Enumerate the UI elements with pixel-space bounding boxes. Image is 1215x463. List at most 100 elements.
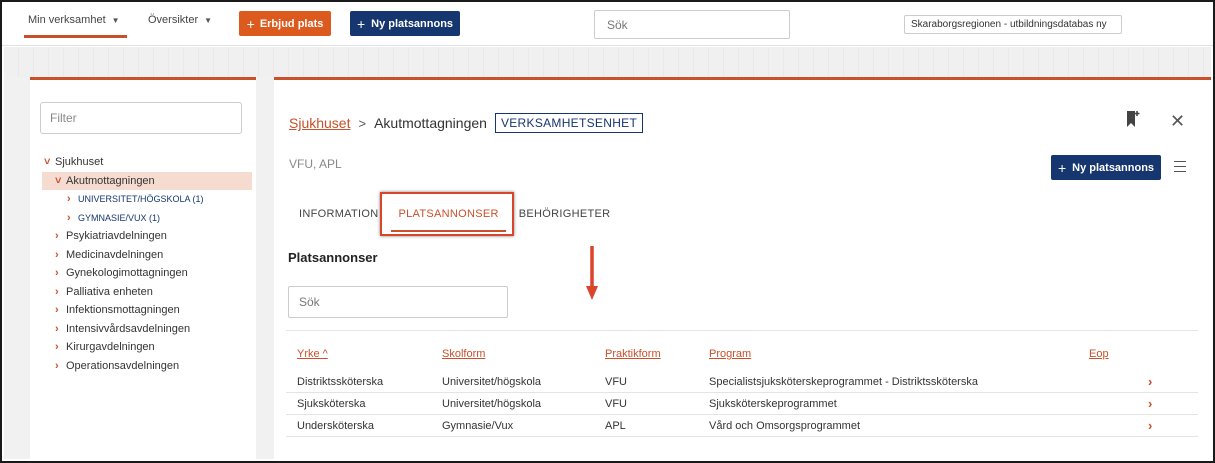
platsannons-search-input[interactable]: Sök	[288, 286, 508, 318]
arrow-down-icon	[586, 246, 598, 300]
chevron-right-icon[interactable]: ›	[1148, 374, 1152, 389]
tree-item-akutmottagningen[interactable]: ˅ Akutmottagningen	[42, 171, 252, 190]
filter-placeholder: Filter	[50, 111, 77, 125]
caret-down-icon: ▼	[204, 15, 213, 25]
region-select-value: Skaraborgsregionen - utbildningsdatabas …	[911, 19, 1107, 30]
chevron-down-icon: ˅	[55, 174, 62, 187]
cell-program: Vård och Omsorgsprogrammet	[709, 420, 860, 432]
chevron-right-icon: ›	[55, 248, 59, 261]
tree-item-infektionsmottagningen[interactable]: › Infektionsmottagningen	[42, 301, 252, 320]
backdrop-band	[4, 47, 1211, 77]
cell-praktikform: VFU	[605, 398, 627, 410]
tree-item-label: Infektionsmottagningen	[66, 304, 180, 317]
chevron-right-icon[interactable]: ›	[1148, 418, 1152, 433]
tree-item-label: UNIVERSITET/HÖGSKOLA (1)	[78, 194, 204, 205]
tree-item-medicinavdelningen[interactable]: › Medicinavdelningen	[42, 246, 252, 265]
tree-item-label: Gynekologimottagningen	[66, 267, 188, 280]
cell-praktikform: VFU	[605, 376, 627, 388]
tree-item-label: Kirurgavdelningen	[66, 341, 155, 354]
bookmark-add-icon[interactable]	[1126, 110, 1140, 128]
tree-item-sjukhuset[interactable]: ˅ Sjukhuset	[42, 153, 252, 172]
tree-item-label: Medicinavdelningen	[66, 248, 164, 261]
close-icon[interactable]: ✕	[1170, 111, 1185, 132]
column-header-yrke[interactable]: Yrke ^	[297, 348, 328, 360]
app-frame: Min verksamhet ▼ Översikter ▼ + Erbjud p…	[0, 0, 1215, 463]
tree-item-gymnasie-vux[interactable]: › GYMNASIE/VUX (1)	[42, 209, 252, 228]
top-search-input[interactable]: Sök	[594, 10, 790, 39]
cell-skolform: Universitet/högskola	[442, 376, 542, 388]
tree-item-psykiatriavdelningen[interactable]: › Psykiatriavdelningen	[42, 227, 252, 246]
tree-item-label: Akutmottagningen	[66, 174, 155, 187]
menu-oversikter[interactable]: Översikter ▼	[148, 14, 212, 26]
tab-information[interactable]: INFORMATION	[289, 200, 388, 236]
tree-item-kirurgavdelningen[interactable]: › Kirurgavdelningen	[42, 338, 252, 357]
table-row[interactable]: Sjuksköterska Universitet/högskola VFU S…	[286, 393, 1198, 415]
column-header-eop[interactable]: Eop	[1089, 348, 1109, 360]
cell-praktikform: APL	[605, 420, 626, 432]
breadcrumb: Sjukhuset > Akutmottagningen VERKSAMHETS…	[289, 113, 644, 133]
tree-item-universitet-hogskola[interactable]: › UNIVERSITET/HÖGSKOLA (1)	[42, 190, 252, 209]
chevron-right-icon: ›	[55, 267, 59, 280]
tree-item-label: Psykiatriavdelningen	[66, 230, 167, 243]
menu-oversikter-label: Översikter	[148, 14, 199, 26]
table-row[interactable]: Distriktssköterska Universitet/högskola …	[286, 371, 1198, 393]
top-ny-platsannons-label: Ny platsannons	[371, 17, 454, 30]
chevron-right-icon: ›	[67, 193, 71, 206]
menu-min-verksamhet[interactable]: Min verksamhet ▼	[28, 14, 120, 26]
tree-item-label: Intensivvårdsavdelningen	[66, 322, 191, 335]
section-title: Platsannonser	[288, 250, 378, 265]
caret-down-icon: ▼	[111, 15, 120, 25]
tab-highlight-box	[380, 192, 514, 236]
column-header-praktikform[interactable]: Praktikform	[605, 348, 661, 360]
active-menu-underline	[24, 35, 127, 38]
platsannons-table: Yrke ^ Skolform Praktikform Program Eop …	[286, 330, 1198, 437]
table-header: Yrke ^ Skolform Praktikform Program Eop	[286, 331, 1198, 371]
tab-behorigheter[interactable]: BEHÖRIGHETER	[509, 200, 621, 236]
erbjud-plats-button[interactable]: + Erbjud plats	[239, 11, 331, 36]
ny-platsannons-button[interactable]: + Ny platsannons	[1051, 155, 1161, 180]
chevron-right-icon: ›	[55, 322, 59, 335]
breadcrumb-current: Akutmottagningen	[374, 115, 487, 131]
cell-program: Sjuksköterskeprogrammet	[709, 398, 837, 410]
unit-type-badge: VERKSAMHETSENHET	[494, 113, 644, 133]
cell-yrke: Undersköterska	[297, 420, 375, 432]
tree-item-label: Operationsavdelningen	[66, 359, 180, 372]
top-ny-platsannons-button[interactable]: + Ny platsannons	[350, 11, 460, 36]
region-select[interactable]: Skaraborgsregionen - utbildningsdatabas …	[904, 15, 1122, 34]
unit-detail-panel: Sjukhuset > Akutmottagningen VERKSAMHETS…	[274, 77, 1211, 461]
column-header-skolform[interactable]: Skolform	[442, 348, 485, 360]
platsannons-search-placeholder: Sök	[299, 295, 320, 309]
tree-item-palliativa-enheten[interactable]: › Palliativa enheten	[42, 283, 252, 302]
tree-item-gynekologimottagningen[interactable]: › Gynekologimottagningen	[42, 264, 252, 283]
chevron-right-icon: ›	[55, 304, 59, 317]
breadcrumb-separator: >	[358, 115, 367, 131]
erbjud-plats-label: Erbjud plats	[259, 17, 324, 30]
breadcrumb-parent-link[interactable]: Sjukhuset	[289, 115, 350, 131]
table-row[interactable]: Undersköterska Gymnasie/Vux APL Vård och…	[286, 415, 1198, 437]
cell-skolform: Universitet/högskola	[442, 398, 542, 410]
chevron-right-icon: ›	[55, 341, 59, 354]
tree-item-intensivvardsavdelningen[interactable]: › Intensivvårdsavdelningen	[42, 320, 252, 339]
plus-icon: +	[246, 15, 255, 32]
cell-skolform: Gymnasie/Vux	[442, 420, 514, 432]
org-tree-panel: Filter ˅ Sjukhuset ˅ Akutmottagningen › …	[30, 77, 256, 461]
chevron-right-icon[interactable]: ›	[1148, 396, 1152, 411]
tree-item-label: Sjukhuset	[55, 156, 104, 169]
cell-yrke: Distriktssköterska	[297, 376, 384, 388]
ny-platsannons-label: Ny platsannons	[1072, 161, 1155, 174]
chevron-down-icon: ˅	[44, 156, 51, 169]
column-header-program[interactable]: Program	[709, 348, 751, 360]
filter-input[interactable]: Filter	[40, 102, 242, 134]
menu-icon[interactable]	[1174, 161, 1186, 172]
cell-yrke: Sjuksköterska	[297, 398, 366, 410]
tree-item-operationsavdelningen[interactable]: › Operationsavdelningen	[42, 357, 252, 376]
plus-icon: +	[356, 15, 366, 32]
tree-item-label: GYMNASIE/VUX (1)	[78, 212, 161, 223]
chevron-right-icon: ›	[67, 211, 71, 224]
chevron-right-icon: ›	[55, 359, 59, 372]
chevron-right-icon: ›	[55, 285, 59, 298]
org-tree: ˅ Sjukhuset ˅ Akutmottagningen › UNIVERS…	[42, 153, 252, 375]
tree-item-label: Palliativa enheten	[66, 285, 153, 298]
plus-icon: +	[1057, 159, 1067, 176]
cell-program: Specialistsjuksköterskeprogrammet - Dist…	[709, 376, 978, 388]
